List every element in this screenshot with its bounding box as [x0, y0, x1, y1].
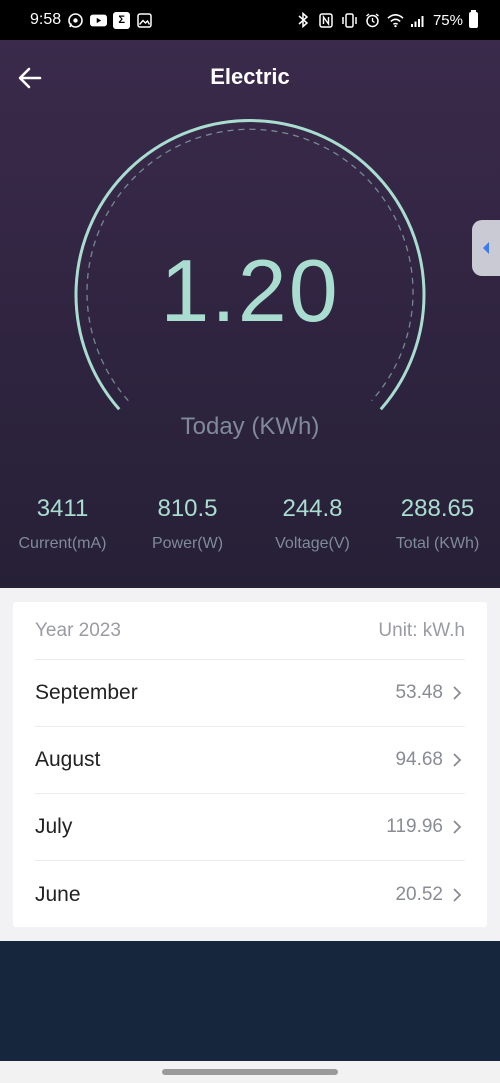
month-value: 20.52: [395, 883, 443, 905]
status-right: 75%: [295, 10, 478, 29]
chevron-right-icon: [453, 820, 462, 834]
stat-label: Voltage(V): [275, 535, 350, 552]
month-name: September: [35, 681, 138, 704]
stat-total: 288.65 Total (KWh): [375, 495, 500, 553]
month-row-august[interactable]: August 94.68: [35, 727, 465, 794]
gallery-icon: [136, 12, 153, 29]
month-name: August: [35, 748, 101, 771]
status-bar: 9:58 Σ 75%: [0, 0, 500, 40]
stat-value: 810.5: [157, 495, 218, 522]
stat-value: 3411: [36, 495, 89, 522]
today-energy-label: Today (KWh): [180, 413, 320, 440]
bluetooth-icon: [295, 12, 312, 29]
stats-row: 3411 Current(mA) 810.5 Power(W) 244.8 Vo…: [0, 495, 500, 553]
year-label: Year 2023: [35, 619, 121, 641]
signal-icon: [410, 12, 427, 29]
month-value: 119.96: [386, 816, 443, 837]
page-title: Electric: [210, 64, 290, 89]
stat-value: 244.8: [282, 495, 343, 522]
status-left: 9:58 Σ: [30, 11, 153, 29]
side-drawer-tab[interactable]: [472, 220, 500, 276]
meter-panel: Electric 1.20 Today (KWh) 3411 Current(m…: [0, 40, 500, 588]
month-row-september[interactable]: September 53.48: [35, 660, 465, 727]
whatsapp-icon: [67, 12, 84, 29]
stat-current: 3411 Current(mA): [0, 495, 125, 553]
stat-label: Power(W): [151, 535, 224, 552]
stat-voltage: 244.8 Voltage(V): [250, 495, 375, 553]
youtube-icon: [90, 12, 108, 29]
stat-power: 810.5 Power(W): [125, 495, 250, 553]
sigma-icon: Σ: [113, 11, 131, 29]
system-nav-bar: [0, 1061, 500, 1083]
month-name: June: [35, 882, 81, 906]
footer-area: [0, 941, 500, 1061]
stat-label: Total (KWh): [395, 535, 480, 552]
month-value: 53.48: [395, 682, 443, 703]
month-row-june[interactable]: June 20.52: [35, 861, 465, 928]
chevron-right-icon: [453, 887, 462, 902]
today-energy-value: 1.20: [160, 241, 340, 340]
vibrate-icon: [341, 12, 358, 29]
nfc-icon: [318, 12, 335, 29]
unit-label: Unit: kW.h: [378, 619, 465, 641]
home-gesture-handle[interactable]: [162, 1069, 338, 1075]
chevron-right-icon: [453, 753, 462, 767]
alarm-icon: [364, 12, 381, 29]
wifi-icon: [387, 12, 404, 29]
month-row-july[interactable]: July 119.96: [35, 794, 465, 861]
monthly-card: Year 2023 Unit: kW.h September 53.48 Aug…: [13, 602, 487, 927]
battery-icon: [469, 10, 478, 28]
battery-percent: 75%: [432, 11, 463, 29]
month-name: July: [35, 815, 73, 838]
stat-value: 288.65: [400, 495, 475, 522]
status-time: 9:58: [30, 11, 62, 28]
month-value: 94.68: [395, 749, 443, 770]
monthly-panel: Year 2023 Unit: kW.h September 53.48 Aug…: [0, 588, 500, 941]
chevron-right-icon: [453, 686, 462, 700]
stat-label: Current(mA): [18, 535, 107, 552]
caret-left-icon: [483, 242, 489, 254]
monthly-header: Year 2023 Unit: kW.h: [35, 602, 465, 660]
